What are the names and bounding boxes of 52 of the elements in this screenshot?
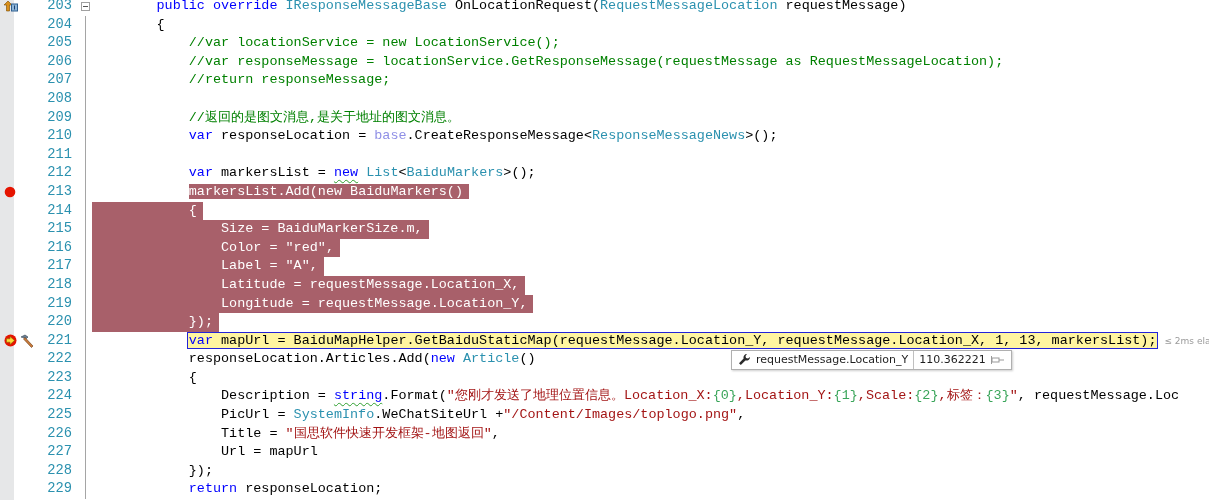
line-number: 204: [46, 15, 72, 34]
line-number: 220: [46, 313, 72, 332]
code-line: Description = string.Format("您刚才发送了地理位置信息。Location_X:{0},Location_Y:{1},Scale:{2},标签：{3}", requestMessage.Loc: [220, 387, 1180, 406]
line-number: 208: [46, 89, 72, 108]
line-number: 227: [46, 443, 72, 462]
line-number: 209: [46, 108, 72, 127]
wrench-icon: [738, 353, 751, 367]
line-number: 206: [46, 52, 72, 71]
line-number: 203: [46, 0, 72, 15]
code-line: PicUrl = SystemInfo.WeChatSiteUrl +"/Content/Images/toplogo.png",: [220, 406, 746, 425]
line-number: 219: [46, 294, 72, 313]
line-number: 216: [46, 238, 72, 257]
override-icon[interactable]: [4, 0, 18, 13]
tip-expression[interactable]: requestMessage.Location_Y: [756, 350, 909, 369]
line-number: 225: [46, 406, 72, 425]
code-line: return responseLocation;: [187, 480, 383, 499]
code-line: var markersList = new List<BaiduMarkers>();: [187, 164, 536, 183]
code-line: //return responseMessage;: [187, 71, 391, 90]
breakpoint-icon[interactable]: [4, 186, 16, 199]
code-line: {: [155, 15, 165, 34]
collapse-icon[interactable]: [81, 1, 90, 11]
code-line: {: [187, 368, 197, 387]
code-line: });: [187, 461, 213, 480]
line-number: 221: [46, 331, 72, 350]
line-number: 213: [46, 182, 72, 201]
code-line: public override IResponseMessageBase OnLocationRequest(RequestMessageLocation requestMessage): [155, 0, 907, 15]
line-number: 224: [46, 387, 72, 406]
line-number: 207: [46, 71, 72, 90]
code-line: Url = mapUrl: [220, 443, 318, 462]
line-number: 223: [46, 368, 72, 387]
line-number: 214: [46, 201, 72, 220]
line-number: 228: [46, 461, 72, 480]
hammer-icon[interactable]: [20, 334, 34, 348]
pin-icon[interactable]: [990, 354, 1005, 365]
line-number: 205: [46, 34, 72, 53]
line-number: 212: [46, 164, 72, 183]
code-line: //返回的是图文消息,是关于地址的图文消息。: [187, 108, 460, 127]
code-line: Title = "国思软件快速开发框架-地图返回",: [220, 424, 500, 443]
code-line: responseLocation.Articles.Add(new Article(): [187, 350, 536, 369]
line-number: 211: [46, 145, 72, 164]
line-number: 215: [46, 220, 72, 239]
code-line: var responseLocation = base.CreateResponseMessage<ResponseMessageNews>();: [187, 127, 778, 146]
code-line: //var locationService = new LocationService();: [187, 34, 560, 53]
line-number: 229: [46, 480, 72, 499]
line-number: 226: [46, 424, 72, 443]
tip-value[interactable]: 110.362221: [913, 350, 986, 369]
line-number: 210: [46, 127, 72, 146]
line-number: 217: [46, 257, 72, 276]
line-number: 218: [46, 275, 72, 294]
code-line: //var responseMessage = locationService.GetResponseMessage(requestMessage as RequestMessageLocation);: [187, 52, 1004, 71]
line-number: 222: [46, 350, 72, 369]
current-statement-icon[interactable]: [4, 334, 17, 348]
